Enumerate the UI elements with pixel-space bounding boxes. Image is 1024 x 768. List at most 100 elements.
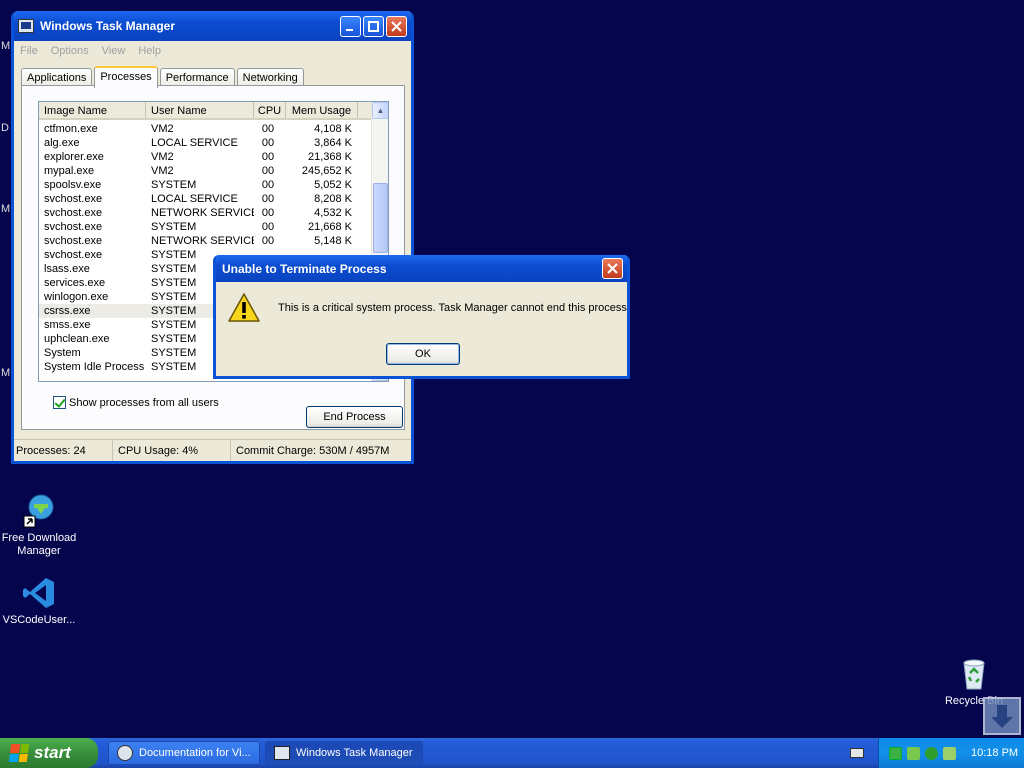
cell-image-name: svchost.exe (44, 249, 103, 261)
cell-user-name: SYSTEM (151, 221, 197, 233)
tray-update-icon[interactable] (907, 746, 920, 760)
dialog-titlebar[interactable]: Unable to Terminate Process (216, 255, 627, 282)
cell-user-name: NETWORK SERVICE (151, 207, 254, 219)
table-row[interactable]: spoolsv.exe SYSTEM 00 5,052 K (39, 178, 372, 192)
tray-utorrent-icon[interactable] (925, 746, 938, 760)
tab-strip: Applications Processes Performance Netwo… (21, 66, 306, 88)
cell-mem-usage: 21,368 K (307, 151, 352, 163)
table-row[interactable]: svchost.exe LOCAL SERVICE 00 8,208 K (39, 192, 372, 206)
show-all-users-label[interactable]: Show processes from all users (69, 397, 219, 409)
scroll-up-button[interactable]: ▲ (372, 102, 388, 119)
menu-help[interactable]: Help (138, 45, 161, 57)
menu-file[interactable]: File (20, 45, 38, 57)
vscode-icon (22, 576, 56, 610)
cell-cpu: 00 (261, 193, 275, 205)
cell-image-name: uphclean.exe (44, 333, 110, 345)
taskbar: start Documentation for Vi... Windows Ta… (0, 738, 1024, 768)
table-row[interactable]: alg.exe LOCAL SERVICE 00 3,864 K (39, 136, 372, 150)
taskbar-button-label: Windows Task Manager (296, 747, 413, 759)
desktop-icon-label: Free Download (1, 532, 77, 544)
menu-bar: File Options View Help (14, 41, 411, 61)
cell-mem-usage: 8,208 K (314, 193, 352, 205)
cell-image-name: alg.exe (44, 137, 80, 149)
table-row[interactable]: svchost.exe NETWORK SERVICE 00 5,148 K (39, 234, 372, 248)
tray-network-icon[interactable] (943, 746, 956, 760)
cell-user-name: VM2 (151, 123, 174, 135)
column-user-name[interactable]: User Name (146, 102, 254, 118)
menu-options[interactable]: Options (51, 45, 89, 57)
maximize-icon (368, 20, 379, 32)
cell-image-name: spoolsv.exe (44, 179, 102, 191)
cell-user-name: VM2 (151, 151, 174, 163)
cell-image-name: svchost.exe (44, 235, 103, 247)
cell-cpu: 00 (261, 235, 275, 247)
taskbar-button-task-manager[interactable]: Windows Task Manager (265, 741, 423, 765)
table-row[interactable]: ctfmon.exe VM2 00 4,108 K (39, 122, 372, 136)
maximize-button[interactable] (363, 15, 384, 37)
tab-processes[interactable]: Processes (94, 66, 158, 88)
show-all-users-checkbox[interactable] (53, 396, 66, 409)
status-commit-charge: Commit Charge: 530M / 4957M (236, 445, 390, 457)
ok-button[interactable]: OK (386, 343, 460, 365)
cell-user-name: SYSTEM (151, 179, 197, 191)
cell-image-name: ctfmon.exe (44, 123, 98, 135)
column-mem-usage[interactable]: Mem Usage (286, 102, 358, 118)
scroll-thumb[interactable] (373, 183, 388, 253)
close-icon (391, 20, 402, 32)
end-process-button[interactable]: End Process (306, 406, 403, 428)
table-row[interactable]: svchost.exe SYSTEM 00 21,668 K (39, 220, 372, 234)
cell-mem-usage: 4,108 K (314, 123, 352, 135)
minimize-button[interactable] (340, 15, 361, 37)
system-tray: 10:18 PM (878, 738, 1024, 768)
close-icon (607, 263, 618, 274)
cell-user-name: LOCAL SERVICE (151, 137, 238, 149)
desktop-edge-letter: D (1, 122, 9, 134)
cell-cpu: 00 (261, 137, 275, 149)
status-bar: Processes: 24 CPU Usage: 4% Commit Charg… (14, 439, 411, 461)
desktop-edge-letter: M (1, 40, 11, 52)
dialog-close-button[interactable] (602, 258, 623, 279)
free-download-manager-icon (22, 494, 56, 528)
table-row[interactable]: explorer.exe VM2 00 21,368 K (39, 150, 372, 164)
task-manager-window: Windows Task Manager File Options View H… (11, 11, 414, 464)
cell-cpu: 00 (261, 221, 275, 233)
cell-image-name: winlogon.exe (44, 291, 109, 303)
column-image-name[interactable]: Image Name (39, 102, 146, 118)
tray-app-icon[interactable] (889, 746, 902, 760)
cell-image-name: svchost.exe (44, 221, 103, 233)
clock[interactable]: 10:18 PM (971, 747, 1018, 759)
status-cpu-usage: CPU Usage: 4% (113, 440, 231, 461)
desktop-icon-label: VSCodeUser... (2, 614, 76, 626)
cell-cpu: 00 (261, 165, 275, 177)
windows-logo-icon (8, 744, 30, 762)
column-cpu[interactable]: CPU (254, 102, 286, 118)
cell-cpu: 00 (261, 151, 275, 163)
desktop-edge-letter: M (1, 203, 11, 215)
show-all-users-row[interactable]: Show processes from all users (53, 396, 219, 409)
close-button[interactable] (386, 15, 407, 37)
task-manager-icon (274, 746, 290, 760)
cell-user-name: NETWORK SERVICE (151, 235, 254, 247)
table-row[interactable]: mypal.exe VM2 00 245,652 K (39, 164, 372, 178)
dialog-message: This is a critical system process. Task … (278, 302, 630, 314)
cell-image-name: services.exe (44, 277, 106, 289)
error-dialog: Unable to Terminate Process This is a cr… (213, 255, 630, 379)
desktop-icon-vscode[interactable]: VSCodeUser... (0, 576, 79, 627)
table-row[interactable]: svchost.exe NETWORK SERVICE 00 4,532 K (39, 206, 372, 220)
cell-user-name: VM2 (151, 165, 174, 177)
status-processes: Processes: 24 (14, 440, 113, 461)
cell-image-name: lsass.exe (44, 263, 90, 275)
cell-image-name: System (44, 347, 81, 359)
keyboard-icon[interactable] (850, 748, 864, 758)
desktop-icon-free-download-manager[interactable]: Free Download Manager (0, 494, 79, 558)
cell-image-name: mypal.exe (44, 165, 95, 177)
start-label: start (34, 743, 71, 762)
cell-image-name: explorer.exe (44, 151, 104, 163)
download-overlay-icon[interactable] (983, 697, 1021, 735)
menu-view[interactable]: View (102, 45, 126, 57)
cell-cpu: 00 (261, 179, 275, 191)
cell-mem-usage: 3,864 K (314, 137, 352, 149)
task-manager-titlebar[interactable]: Windows Task Manager (14, 11, 411, 41)
start-button[interactable]: start (0, 738, 98, 768)
taskbar-button-documentation[interactable]: Documentation for Vi... (108, 741, 260, 765)
